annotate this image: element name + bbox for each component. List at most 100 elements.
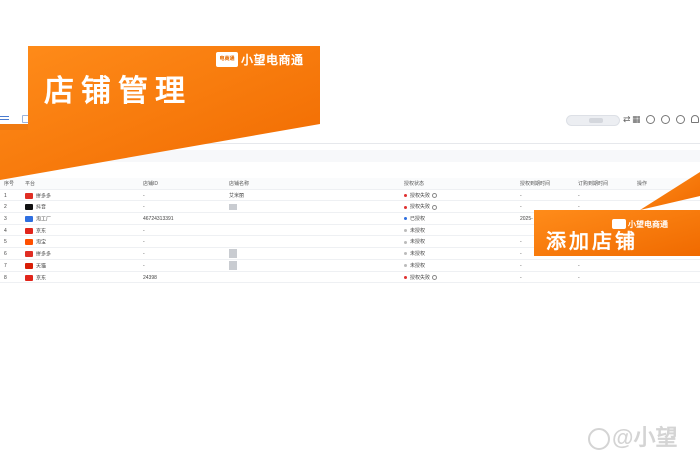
platform-name: 拼多多 [36, 193, 52, 200]
info-icon[interactable] [432, 192, 438, 198]
status-text: 未授权 [410, 251, 426, 258]
status-dot-icon [404, 252, 407, 256]
platform-name: 京东 [36, 274, 47, 281]
auth-expire: - [520, 192, 522, 199]
platform-name: 天猫 [36, 263, 47, 270]
nav-tab-icon[interactable] [22, 115, 30, 123]
row-number: 3 [4, 216, 7, 223]
status-text: 授权失败 [410, 204, 431, 211]
status-cell: 未授权 [404, 263, 425, 269]
row-number: 1 [4, 192, 7, 199]
top-toolbar: ⇄ ▦ [0, 112, 700, 132]
status-cell: 授权失败 [404, 192, 438, 199]
platform-logo-icon [25, 216, 33, 223]
shop-name [229, 260, 237, 270]
header-expire: 授权到期时间 [520, 181, 551, 187]
row-number: 5 [4, 239, 7, 246]
platform-logo-icon [25, 239, 33, 246]
platform-name: 拼多多 [36, 251, 52, 258]
platform-cell: 拼多多 [25, 192, 52, 200]
header-order-expire: 订购到期时间 [578, 181, 609, 187]
menu-icon[interactable] [0, 116, 9, 125]
auth-expire: - [520, 262, 522, 269]
banner-title: 店铺管理 [44, 74, 192, 109]
platform-cell: 抖音 [25, 204, 47, 211]
status-cell: 授权失败 [404, 274, 438, 281]
platform-logo-icon [25, 251, 33, 258]
status-cell: 授权失败 [404, 204, 438, 211]
nav-tab-blurred-2[interactable] [65, 115, 93, 121]
swap-icon[interactable]: ⇄ [623, 113, 631, 125]
filter-band [0, 150, 700, 162]
help-icon[interactable] [661, 115, 670, 124]
order-expire: - [578, 274, 580, 281]
header-shop-name: 店铺名称 [229, 181, 250, 187]
status-cell: 已授权 [404, 216, 425, 222]
shop-id: 46724313391 [143, 216, 174, 223]
status-dot-icon [404, 205, 407, 209]
platform-cell: 京东 [25, 227, 47, 235]
bell-icon[interactable] [691, 115, 699, 123]
auth-expire: - [520, 251, 522, 258]
brand-logo: 电商通 [216, 51, 238, 67]
table-row: 2 抖音 - 授权失败 - - [0, 201, 700, 214]
platform-cell: 京东 [25, 274, 47, 281]
header-platform: 平台 [25, 181, 36, 187]
order-expire: - [578, 262, 580, 269]
status-text: 授权失败 [410, 274, 431, 281]
shop-id: - [143, 204, 145, 211]
watermark-text: @小望 [612, 425, 678, 450]
platform-name: 京东 [36, 228, 47, 235]
nav-tab-blurred[interactable] [34, 115, 56, 121]
auth-expire: 2025- [520, 216, 533, 223]
auth-expire: - [520, 274, 522, 281]
status-dot-icon [404, 240, 407, 244]
order-expire: - [578, 204, 580, 211]
status-dot-icon [404, 228, 407, 232]
shop-id: - [143, 251, 145, 258]
grid-icon[interactable]: ▦ [632, 113, 641, 125]
status-text: 已授权 [410, 216, 426, 223]
status-dot-icon [404, 193, 407, 197]
platform-cell: 淘工厂 [25, 216, 51, 222]
status-cell: 未授权 [404, 228, 425, 234]
info-icon[interactable] [676, 115, 685, 124]
info-icon[interactable] [432, 204, 438, 210]
row-actions [637, 263, 661, 269]
brand-header: 电商通 小望电商通 [216, 50, 304, 68]
platform-logo-icon [25, 204, 33, 211]
table-row: 8 京东 24398 授权失败 - - [0, 272, 700, 284]
shop-name [229, 204, 237, 211]
platform-name: 抖音 [36, 204, 47, 211]
status-cell: 未授权 [404, 251, 425, 257]
platform-logo-icon [25, 262, 33, 269]
row-number: 6 [4, 251, 7, 258]
table-row: 3 淘工厂 46724313391 已授权 2025- [0, 213, 700, 225]
add-shop-title: 添加店铺 [546, 229, 638, 253]
status-dot-icon [404, 263, 407, 267]
watermark: @小望 [588, 420, 677, 452]
platform-name: 淘宝 [36, 239, 47, 246]
table-row: 7 天猫 - 未授权 - - [0, 260, 700, 272]
row-number: 2 [4, 204, 7, 211]
order-expire: - [578, 192, 580, 199]
auth-expire: - [520, 204, 522, 211]
platform-cell: 淘宝 [25, 239, 47, 246]
auth-expire: - [520, 239, 522, 246]
row-number: 7 [4, 262, 7, 269]
status-text: 未授权 [410, 262, 426, 269]
table-row: 1 拼多多 - 艾米丽 授权失败 - - [0, 190, 700, 202]
info-icon[interactable] [432, 274, 438, 280]
platform-cell: 天猫 [25, 262, 47, 270]
status-text: 授权失败 [410, 192, 431, 199]
shop-name: 艾米丽 [229, 192, 245, 199]
redacted-shop-name [229, 204, 237, 211]
search-input[interactable] [566, 115, 620, 126]
row-number: 4 [4, 227, 7, 234]
status-dot-icon [404, 275, 407, 279]
header-shop-id: 店铺ID [143, 181, 159, 187]
platform-logo-icon [25, 192, 33, 199]
status-dot-icon [404, 217, 407, 221]
headset-icon[interactable] [646, 115, 655, 124]
shop-id: 24398 [143, 274, 157, 281]
